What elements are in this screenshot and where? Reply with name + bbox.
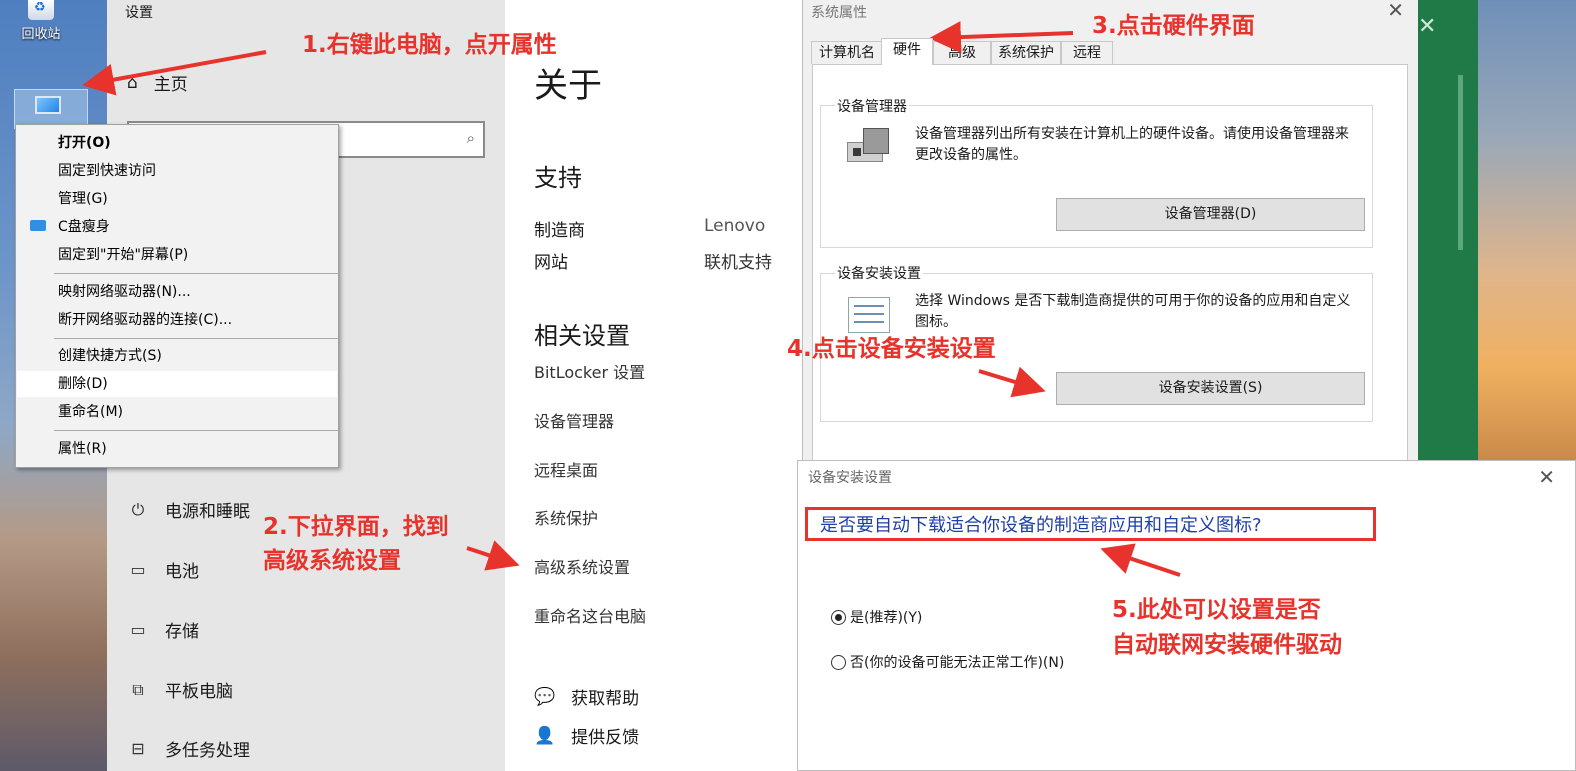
arrow-step5 xyxy=(1100,543,1181,577)
tab-hardware[interactable]: 硬件 xyxy=(881,38,933,65)
arrow-step2 xyxy=(466,540,520,571)
arrow-step4 xyxy=(978,366,1046,398)
annotation-arrows xyxy=(82,21,1181,577)
arrow-step3 xyxy=(929,21,1074,54)
arrow-step1 xyxy=(82,50,267,96)
